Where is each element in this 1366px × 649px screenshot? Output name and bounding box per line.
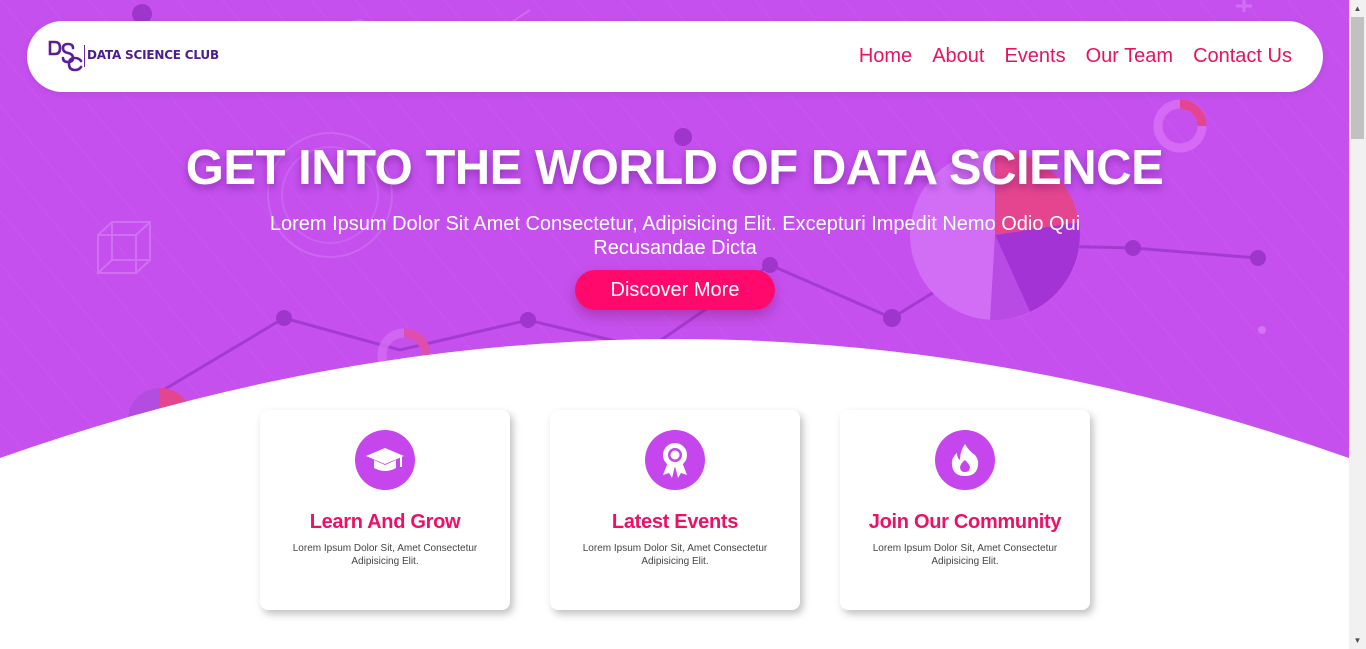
brand-name: DATA SCIENCE CLUB <box>87 48 219 62</box>
nav-about[interactable]: About <box>932 45 984 67</box>
nav-contact-us[interactable]: Contact Us <box>1193 45 1292 67</box>
scroll-down-arrow-icon[interactable]: ▼ <box>1349 632 1366 649</box>
discover-more-button[interactable]: Discover More <box>575 270 775 310</box>
feature-card-community[interactable]: Join Our Community Lorem Ipsum Dolor Sit… <box>840 410 1090 610</box>
logo-divider <box>84 45 85 67</box>
feature-card-learn[interactable]: Learn And Grow Lorem Ipsum Dolor Sit, Am… <box>260 410 510 610</box>
nav-events[interactable]: Events <box>1004 45 1065 67</box>
card-description: Lorem Ipsum Dolor Sit, Amet Consectetur … <box>872 543 1058 567</box>
card-title: Join Our Community <box>868 511 1062 533</box>
nav-links: Home About Events Our Team Contact Us <box>839 45 1292 67</box>
hero-subtitle: Lorem Ipsum Dolor Sit Amet Consectetur, … <box>269 213 1081 259</box>
nav-our-team[interactable]: Our Team <box>1086 45 1173 67</box>
feature-card-events[interactable]: Latest Events Lorem Ipsum Dolor Sit, Ame… <box>550 410 800 610</box>
scroll-up-arrow-icon[interactable]: ▲ <box>1349 0 1366 17</box>
card-title: Latest Events <box>611 511 739 533</box>
card-description: Lorem Ipsum Dolor Sit, Amet Consectetur … <box>292 543 478 567</box>
hero-title: GET INTO THE WORLD OF DATA SCIENCE <box>185 141 1164 195</box>
vertical-scrollbar[interactable]: ▲ ▼ <box>1349 0 1366 649</box>
dsc-logo-icon <box>48 40 83 72</box>
nav-home[interactable]: Home <box>859 45 912 67</box>
navbar: DATA SCIENCE CLUB Home About Events Our … <box>27 21 1323 92</box>
fire-icon <box>935 430 995 490</box>
graduation-cap-icon <box>355 430 415 490</box>
card-description: Lorem Ipsum Dolor Sit, Amet Consectetur … <box>582 543 768 567</box>
brand-logo[interactable]: DATA SCIENCE CLUB <box>47 39 219 73</box>
scroll-thumb[interactable] <box>1351 17 1364 139</box>
award-badge-icon <box>645 430 705 490</box>
card-title: Learn And Grow <box>309 511 461 533</box>
